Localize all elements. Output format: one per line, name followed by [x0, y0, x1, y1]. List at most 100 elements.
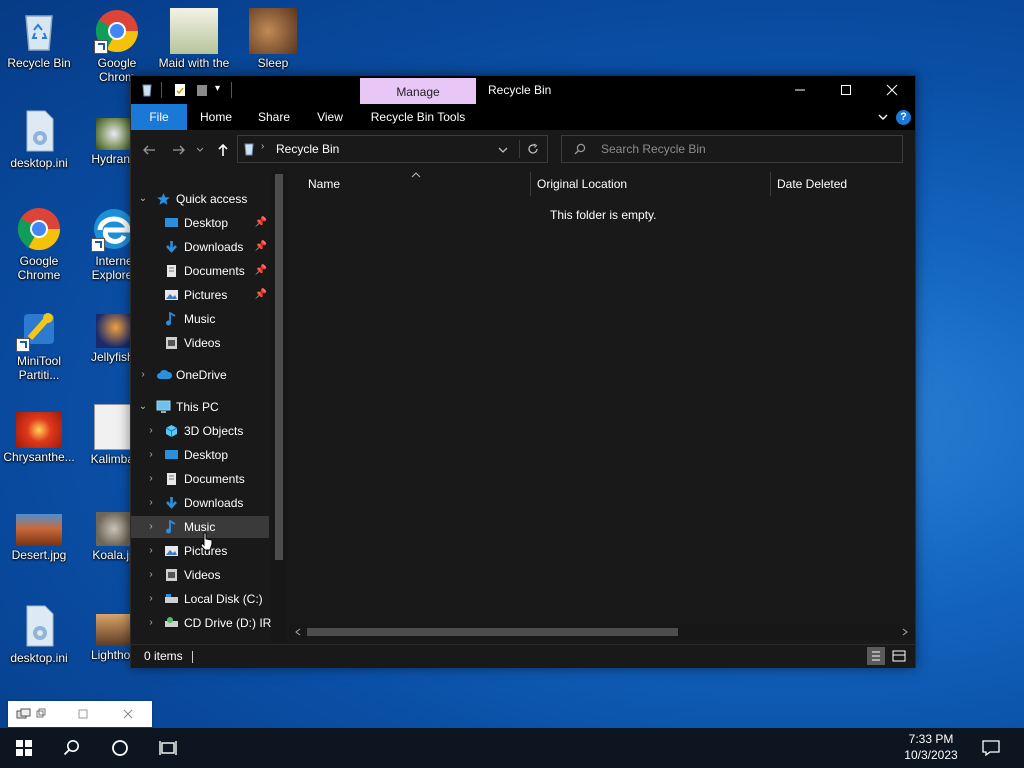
address-dropdown-icon[interactable] — [498, 145, 508, 155]
tab-share[interactable]: Share — [249, 104, 299, 130]
desktop-icon-recycle-bin[interactable]: Recycle Bin — [3, 8, 75, 70]
desktop-icon-google-chrome-2[interactable]: Google Chrome — [3, 206, 75, 282]
recycle-bin-small-icon — [142, 84, 152, 97]
maximize-button[interactable] — [823, 76, 869, 104]
shortcut-arrow-icon — [16, 338, 30, 352]
nav-pc-cd-drive[interactable]: › CD Drive (D:) IR5 — [131, 612, 278, 634]
task-view-button[interactable] — [144, 728, 192, 768]
chevron-right-icon[interactable]: › — [145, 468, 157, 490]
column-header-original-location[interactable]: Original Location — [537, 170, 627, 198]
back-button[interactable] — [140, 141, 158, 159]
search-input[interactable]: Search Recycle Bin — [601, 136, 706, 162]
nav-onedrive[interactable]: › OneDrive — [131, 364, 269, 386]
nav-pc-desktop[interactable]: › Desktop — [131, 444, 269, 466]
nav-pane-scrollbar[interactable] — [271, 170, 287, 644]
notification-icon — [982, 740, 1000, 756]
large-icons-view-button[interactable] — [890, 647, 908, 665]
tab-file[interactable]: File — [131, 104, 187, 130]
column-header-name[interactable]: Name — [308, 170, 340, 198]
nav-this-pc[interactable]: ⌄ This PC — [131, 396, 269, 418]
nav-quick-pictures[interactable]: Pictures 📌 — [131, 284, 269, 306]
desktop-icon-desktop-ini-2[interactable]: desktop.ini — [3, 603, 75, 665]
taskbar: 7:33 PM 10/3/2023 — [0, 728, 1024, 768]
nav-pane-scroll-thumb[interactable] — [275, 174, 283, 560]
pin-icon[interactable]: 📌 — [255, 260, 267, 282]
file-list: Name Original Location Date Deleted This… — [289, 170, 915, 644]
chevron-right-icon[interactable]: › — [145, 564, 157, 586]
nav-quick-access[interactable]: ⌄ Quick access — [131, 188, 269, 210]
nav-pc-documents[interactable]: › Documents — [131, 468, 269, 490]
nav-pc-local-disk[interactable]: › Local Disk (C:) — [131, 588, 269, 610]
desktop-icon-chrysanthemum[interactable]: Chrysanthe... — [3, 412, 75, 464]
minimize-button[interactable] — [777, 76, 823, 104]
cortana-button[interactable] — [96, 728, 144, 768]
nav-quick-downloads[interactable]: Downloads 📌 — [131, 236, 269, 258]
cd-drive-icon — [165, 617, 178, 627]
nav-quick-music[interactable]: Music — [131, 308, 269, 330]
desktop-icon-minitool[interactable]: MiniTool Partiti... — [3, 306, 75, 382]
properties-icon[interactable] — [173, 83, 187, 97]
nav-quick-desktop[interactable]: Desktop 📌 — [131, 212, 269, 234]
nav-quick-videos[interactable]: Videos — [131, 332, 269, 354]
pin-icon[interactable]: 📌 — [255, 212, 267, 234]
chevron-right-icon[interactable]: › — [145, 540, 157, 562]
breadcrumb-recycle-bin[interactable]: Recycle Bin — [276, 136, 339, 162]
column-divider[interactable] — [530, 172, 531, 196]
chevron-right-icon[interactable]: › — [145, 492, 157, 514]
chevron-right-icon[interactable]: › — [145, 588, 157, 610]
close-button[interactable] — [869, 76, 915, 104]
system-clock[interactable]: 7:33 PM 10/3/2023 — [896, 731, 966, 763]
nav-quick-documents[interactable]: Documents 📌 — [131, 260, 269, 282]
tab-recycle-bin-tools[interactable]: Recycle Bin Tools — [360, 104, 476, 130]
chevron-down-icon[interactable]: ⌄ — [137, 396, 149, 418]
chevron-right-icon[interactable]: › — [145, 444, 157, 466]
pin-icon[interactable]: 📌 — [255, 236, 267, 258]
desktop-icon-desktop-ini[interactable]: desktop.ini — [3, 108, 75, 170]
refresh-icon[interactable] — [527, 143, 539, 155]
chevron-right-icon[interactable]: › — [145, 612, 157, 634]
search-button[interactable] — [48, 728, 96, 768]
nav-pc-downloads[interactable]: › Downloads — [131, 492, 269, 514]
maximize-icon[interactable] — [78, 709, 88, 719]
chevron-right-icon[interactable]: › — [145, 420, 157, 442]
close-icon[interactable] — [123, 709, 133, 719]
desktop-icon-google-chrome[interactable]: Google Chrom — [81, 8, 153, 84]
desktop-icon-desert[interactable]: Desert.jpg — [3, 514, 75, 562]
desktop-icon-maid-with-the[interactable]: Maid with the — [158, 8, 230, 70]
manage-contextual-tab[interactable]: Manage — [360, 78, 476, 106]
column-divider[interactable] — [770, 172, 771, 196]
tab-home[interactable]: Home — [191, 104, 241, 130]
new-folder-icon[interactable] — [195, 83, 209, 97]
search-box[interactable]: Search Recycle Bin — [561, 135, 903, 163]
details-view-icon — [872, 651, 880, 661]
chevron-right-icon[interactable]: › — [145, 516, 157, 538]
horizontal-scroll-thumb[interactable] — [307, 628, 678, 636]
title-bar[interactable]: ▾ Manage Recycle Bin — [131, 76, 915, 106]
tab-view[interactable]: View — [305, 104, 355, 130]
start-button[interactable] — [0, 728, 48, 768]
up-button[interactable] — [214, 141, 232, 159]
restore-icon[interactable] — [36, 708, 46, 718]
column-header-date-deleted[interactable]: Date Deleted — [777, 170, 847, 198]
downloads-folder-icon — [166, 241, 177, 253]
forward-button[interactable] — [170, 141, 188, 159]
scroll-left-icon[interactable] — [294, 628, 302, 636]
nav-pc-3d-objects[interactable]: › 3D Objects — [131, 420, 269, 442]
help-icon[interactable]: ? — [896, 110, 911, 125]
customize-qat-icon[interactable]: ▾ — [215, 84, 220, 94]
nav-quick-desktop-label: Desktop — [184, 216, 229, 230]
scroll-right-icon[interactable] — [901, 628, 909, 636]
nav-pc-videos-label: Videos — [184, 568, 221, 582]
address-bar[interactable]: › Recycle Bin — [237, 135, 548, 163]
file-list-horizontal-scrollbar[interactable] — [289, 624, 915, 640]
details-view-button[interactable] — [867, 647, 885, 665]
nav-pc-videos[interactable]: › Videos — [131, 564, 269, 586]
action-center-button[interactable] — [968, 728, 1014, 768]
minimized-window-fragment[interactable] — [8, 701, 152, 727]
recent-locations-button[interactable] — [195, 141, 205, 159]
expand-ribbon-icon[interactable] — [877, 111, 889, 123]
chevron-down-icon[interactable]: ⌄ — [137, 188, 149, 210]
chevron-right-icon[interactable]: › — [137, 364, 149, 386]
pin-icon[interactable]: 📌 — [255, 284, 267, 306]
desktop-icon-sleep[interactable]: Sleep — [237, 8, 309, 70]
